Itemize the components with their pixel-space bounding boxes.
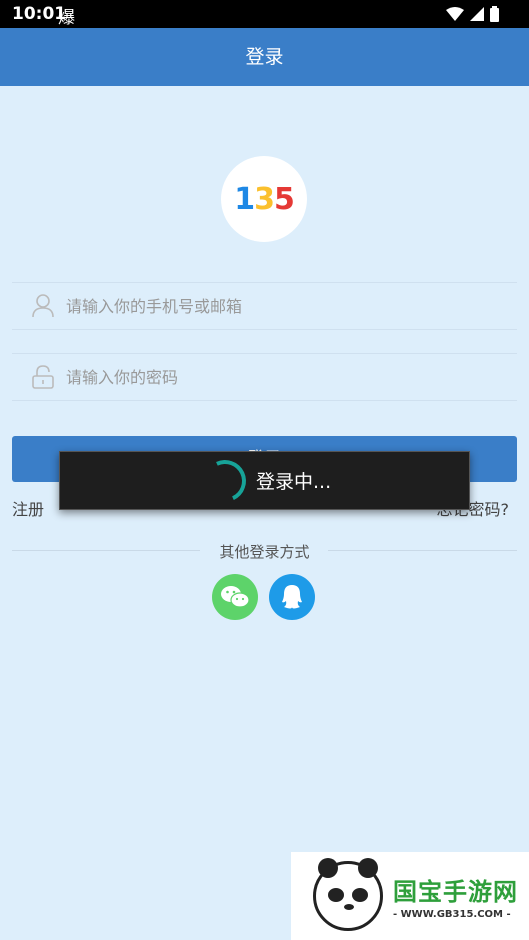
password-input[interactable] <box>66 367 486 387</box>
battery-icon <box>490 6 499 22</box>
status-icons <box>446 6 499 22</box>
loading-spinner-icon <box>198 453 252 508</box>
logo-digit-1: 1 <box>234 181 255 217</box>
divider-right <box>328 550 517 551</box>
other-login-label: 其他登录方式 <box>219 543 310 561</box>
signal-icon <box>470 7 484 21</box>
loading-dialog: 登录中... <box>59 451 470 510</box>
status-app-glyph: 爆 <box>58 8 75 28</box>
lock-icon <box>28 365 58 389</box>
loading-text: 登录中... <box>256 471 332 493</box>
qq-login-button[interactable] <box>269 574 315 620</box>
phone-field[interactable] <box>12 282 517 330</box>
status-bar: 10:01 爆 <box>0 0 529 28</box>
logo-digit-3: 5 <box>273 181 295 217</box>
watermark-text: 国宝手游网 - WWW.GB315.COM - <box>393 872 518 920</box>
app-bar: 登录 <box>0 28 529 86</box>
panda-logo-icon <box>313 858 383 931</box>
logo-digit-2: 3 <box>254 181 275 217</box>
app-logo: 135 <box>221 156 307 242</box>
qq-icon <box>282 585 302 609</box>
password-field[interactable] <box>12 353 517 401</box>
logo-text: 135 <box>234 181 295 217</box>
page-title: 登录 <box>245 46 284 68</box>
phone-input[interactable] <box>66 296 486 316</box>
wechat-login-button[interactable] <box>212 574 258 620</box>
wechat-icon <box>221 586 250 608</box>
register-link[interactable]: 注册 <box>12 496 44 520</box>
watermark-title: 国宝手游网 <box>393 878 518 906</box>
user-icon <box>28 294 58 318</box>
wifi-icon <box>446 7 464 21</box>
watermark: 国宝手游网 - WWW.GB315.COM - <box>291 852 529 940</box>
watermark-url: - WWW.GB315.COM - <box>393 909 511 920</box>
